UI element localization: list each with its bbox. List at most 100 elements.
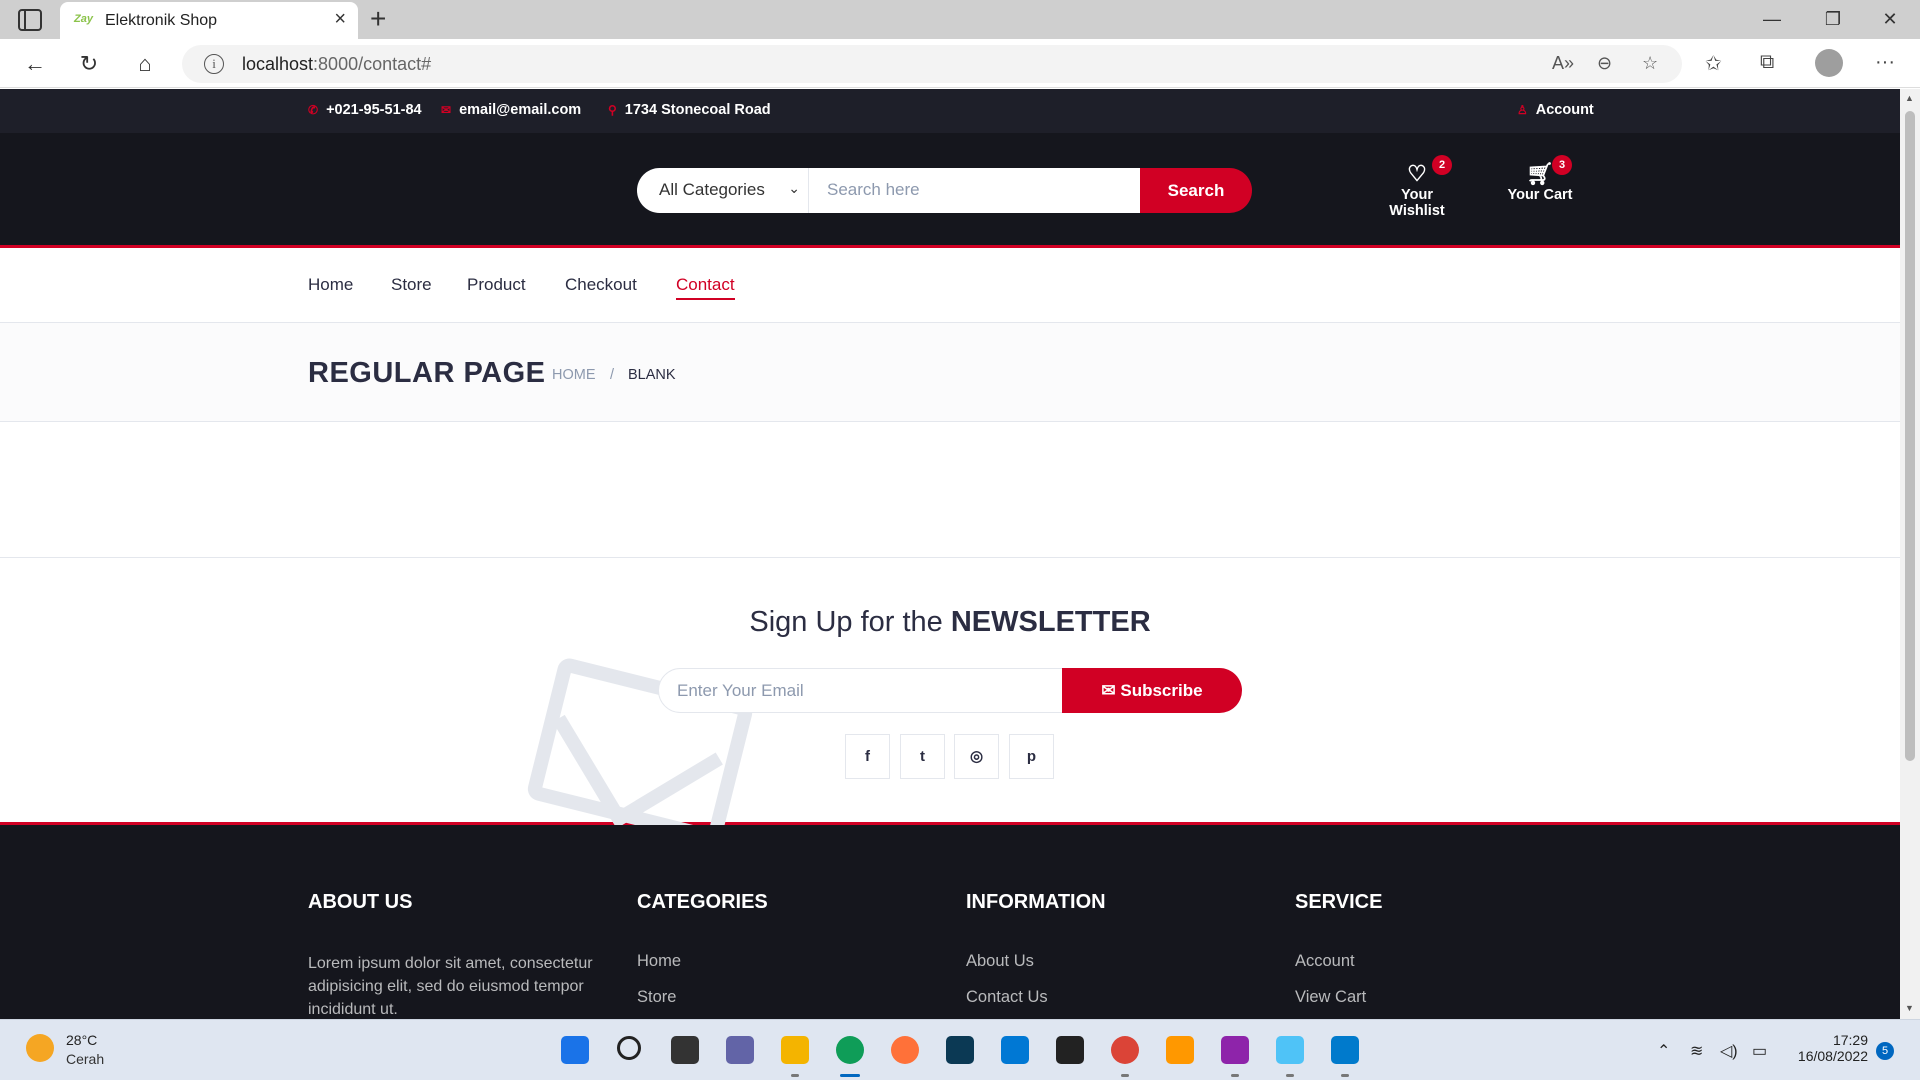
nav-store[interactable]: Store xyxy=(391,275,432,295)
running-indicator xyxy=(1231,1074,1239,1077)
pinterest-icon[interactable]: p xyxy=(1009,734,1054,779)
footer-link-home[interactable]: Home xyxy=(637,952,768,971)
footer-link-store[interactable]: Store xyxy=(637,988,768,1007)
store-icon[interactable] xyxy=(1001,1036,1029,1064)
collections-icon[interactable]: ⧉ xyxy=(1760,51,1774,74)
address-bar-row: ← ↻ ⌂ i localhost:8000/contact# A» ⊖ ☆ ✩… xyxy=(0,39,1920,88)
firefox-icon[interactable] xyxy=(891,1036,919,1064)
blank-content-section xyxy=(0,422,1900,558)
cart-link[interactable]: 🛒︎ Your Cart 3 xyxy=(1502,155,1578,203)
clock[interactable]: 17:29 16/08/2022 xyxy=(1780,1032,1868,1064)
active-indicator xyxy=(840,1074,860,1077)
phone-link[interactable]: ✆ +021-95-51-84 xyxy=(308,102,422,118)
email-link[interactable]: ✉ email@email.com xyxy=(441,102,581,118)
chevron-up-icon[interactable]: ⌃ xyxy=(1657,1041,1670,1061)
instagram-icon[interactable]: ◎ xyxy=(954,734,999,779)
browser-tab-bar: Zay Elektronik Shop × + — ❐ ✕ xyxy=(0,0,1920,39)
search-button[interactable]: Search xyxy=(1140,168,1252,213)
refresh-icon[interactable]: ↻ xyxy=(74,49,104,79)
category-select-value: All Categories xyxy=(659,180,765,199)
window-close-icon[interactable]: ✕ xyxy=(1870,4,1910,34)
weather-description[interactable]: Cerah xyxy=(66,1051,104,1067)
nav-checkout[interactable]: Checkout xyxy=(565,275,637,295)
add-favorite-icon[interactable]: ☆ xyxy=(1642,53,1658,74)
nav-home[interactable]: Home xyxy=(308,275,353,295)
start-icon[interactable] xyxy=(561,1036,589,1064)
weather-temperature[interactable]: 28°C xyxy=(66,1032,97,1048)
task-view-icon[interactable] xyxy=(671,1036,699,1064)
notification-badge[interactable]: 5 xyxy=(1876,1042,1894,1060)
zoom-out-icon[interactable]: ⊖ xyxy=(1597,53,1612,74)
url-host: localhost xyxy=(242,54,314,74)
restore-icon[interactable]: ❐ xyxy=(1813,4,1853,34)
page-scrollbar[interactable]: ▲ ▼ xyxy=(1900,89,1920,1019)
footer-service-title: SERVICE xyxy=(1295,891,1383,913)
scroll-down-icon[interactable]: ▼ xyxy=(1905,1003,1914,1013)
breadcrumb-current: BLANK xyxy=(628,367,676,383)
web-page: ✆ +021-95-51-84 ✉ email@email.com ⚲ 1734… xyxy=(0,89,1900,1019)
main-navigation: Home Store Product Checkout Contact xyxy=(0,251,1900,323)
phone-text: +021-95-51-84 xyxy=(326,102,422,118)
phone-icon: ✆ xyxy=(308,103,319,117)
weather-sun-icon[interactable] xyxy=(26,1034,54,1062)
scroll-thumb[interactable] xyxy=(1905,111,1915,761)
footer-link-contact-us[interactable]: Contact Us xyxy=(966,988,1106,1007)
main-header: All Categories ⌄ Search here Search ♡ Yo… xyxy=(0,133,1900,248)
chrome-icon[interactable] xyxy=(1111,1036,1139,1064)
edge-browser-icon[interactable] xyxy=(836,1036,864,1064)
new-tab-icon[interactable]: + xyxy=(370,3,386,35)
envelope-icon: ✉ xyxy=(441,103,452,117)
dropbox-icon[interactable] xyxy=(1056,1036,1084,1064)
minimize-icon[interactable]: — xyxy=(1752,4,1792,34)
search-icon[interactable] xyxy=(617,1036,641,1060)
tab-actions-icon[interactable] xyxy=(18,9,42,31)
back-icon[interactable]: ← xyxy=(20,49,50,79)
url-path: :8000/contact# xyxy=(313,54,432,74)
newsletter-email-input[interactable]: Enter Your Email xyxy=(658,668,1064,713)
subscribe-label: Subscribe xyxy=(1120,681,1203,700)
info-icon[interactable]: i xyxy=(204,54,224,74)
wishlist-link[interactable]: ♡ Your Wishlist 2 xyxy=(1372,155,1462,219)
nav-contact[interactable]: Contact xyxy=(676,275,735,300)
account-link[interactable]: ♙ Account xyxy=(1517,102,1594,118)
profile-icon[interactable] xyxy=(1815,49,1843,77)
home-icon[interactable]: ⌂ xyxy=(130,49,160,79)
newsletter-title: Sign Up for the NEWSLETTER xyxy=(0,606,1900,639)
winrar-icon[interactable] xyxy=(1221,1036,1249,1064)
close-icon[interactable]: × xyxy=(334,8,346,31)
read-aloud-icon[interactable]: A» xyxy=(1552,53,1574,74)
terminal-icon[interactable] xyxy=(946,1036,974,1064)
address-bar[interactable]: i localhost:8000/contact# A» ⊖ ☆ xyxy=(182,45,1682,83)
wifi-icon[interactable]: ≋ xyxy=(1690,1041,1703,1061)
footer-link-account[interactable]: Account xyxy=(1295,952,1382,971)
subscribe-button[interactable]: ✉ Subscribe xyxy=(1062,668,1242,713)
clock-time: 17:29 xyxy=(1832,1032,1868,1048)
volume-icon[interactable]: ◁) xyxy=(1720,1041,1738,1061)
user-icon: ♙ xyxy=(1517,103,1528,117)
battery-icon[interactable]: ▭ xyxy=(1752,1041,1767,1061)
scroll-up-icon[interactable]: ▲ xyxy=(1905,93,1914,103)
cart-label: Your Cart xyxy=(1507,187,1573,203)
sublime-text-icon[interactable] xyxy=(1166,1036,1194,1064)
account-text: Account xyxy=(1535,102,1594,118)
browser-tab[interactable]: Zay Elektronik Shop × xyxy=(60,2,358,39)
file-explorer-icon[interactable] xyxy=(781,1036,809,1064)
breadcrumb-home-link[interactable]: HOME xyxy=(552,367,596,383)
more-icon[interactable]: ··· xyxy=(1875,51,1895,74)
url-text[interactable]: localhost:8000/contact# xyxy=(242,54,431,75)
category-select[interactable]: All Categories ⌄ xyxy=(637,168,809,213)
search-input[interactable]: Search here xyxy=(809,168,1140,213)
newsletter-section: Sign Up for the NEWSLETTER Enter Your Em… xyxy=(0,558,1900,847)
footer: ABOUT US Lorem ipsum dolor sit amet, con… xyxy=(0,825,1900,1019)
twitter-icon[interactable]: t xyxy=(900,734,945,779)
photos-icon[interactable] xyxy=(1276,1036,1304,1064)
facebook-icon[interactable]: f xyxy=(845,734,890,779)
address-link[interactable]: ⚲ 1734 Stonecoal Road xyxy=(608,102,771,118)
nav-product[interactable]: Product xyxy=(467,275,526,295)
chat-icon[interactable] xyxy=(726,1036,754,1064)
footer-link-view-cart[interactable]: View Cart xyxy=(1295,988,1382,1007)
vscode-icon[interactable] xyxy=(1331,1036,1359,1064)
favorites-icon[interactable]: ✩ xyxy=(1705,51,1722,76)
footer-link-about-us[interactable]: About Us xyxy=(966,952,1106,971)
footer-about-title: ABOUT US xyxy=(308,891,413,913)
